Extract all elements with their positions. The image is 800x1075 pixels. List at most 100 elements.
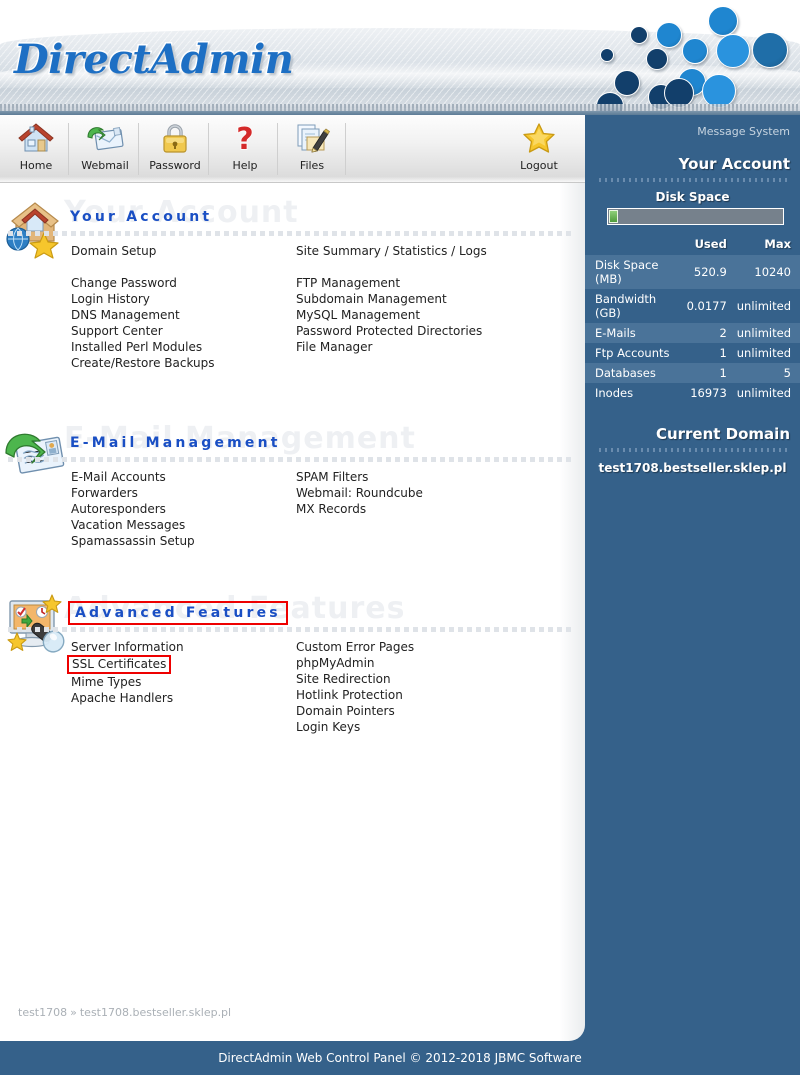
disk-space-label: Disk Space bbox=[655, 190, 730, 204]
link-column-left: Domain Setup Change Password Login History… bbox=[71, 243, 215, 371]
link-ftp-management[interactable]: FTP Management bbox=[296, 275, 487, 291]
link-create-restore-backups[interactable]: Create/Restore Backups bbox=[71, 355, 215, 371]
toolbar-item-files[interactable]: Files bbox=[278, 119, 346, 179]
link-password-protected-directories[interactable]: Password Protected Directories bbox=[296, 323, 487, 339]
sidebar-account-heading: Your Account bbox=[678, 155, 790, 173]
link-change-password[interactable]: Change Password bbox=[71, 275, 215, 291]
link-vacation-messages[interactable]: Vacation Messages bbox=[71, 517, 195, 533]
toolbar-separator bbox=[68, 123, 69, 175]
breadcrumb: test1708» test1708.bestseller.sklep.pl bbox=[18, 1006, 231, 1019]
section-divider bbox=[8, 231, 572, 236]
link-mx-records[interactable]: MX Records bbox=[296, 501, 423, 517]
circle-decoration bbox=[614, 70, 640, 96]
section-title: Your Account bbox=[70, 209, 213, 225]
toolbar-item-label: Home bbox=[19, 159, 53, 172]
page-banner: DirectAdmin bbox=[0, 0, 800, 115]
link-site-redirection[interactable]: Site Redirection bbox=[296, 671, 414, 687]
link-spacer bbox=[296, 259, 487, 275]
disk-space-progress-bar bbox=[607, 208, 784, 225]
section-e-mail-management: E-Mail Management E-Mail Management E-Mail… bbox=[0, 421, 585, 548]
link-forwarders[interactable]: Forwarders bbox=[71, 485, 195, 501]
usage-row-used: 16973 bbox=[674, 383, 733, 403]
link-domain-pointers[interactable]: Domain Pointers bbox=[296, 703, 414, 719]
toolbar-separator bbox=[277, 123, 278, 175]
section-advanced-features: Advanced Features Advanced Features Server… bbox=[0, 591, 585, 734]
account-usage-table: Used Max Disk Space (MB) 520.9 10240 Bandwi… bbox=[585, 235, 800, 403]
toolbar-separator bbox=[208, 123, 209, 175]
breadcrumb-domain[interactable]: test1708.bestseller.sklep.pl bbox=[80, 1006, 231, 1019]
table-row: Disk Space (MB) 520.9 10240 bbox=[585, 255, 800, 289]
toolbar-item-webmail[interactable]: Webmail bbox=[71, 119, 139, 179]
breadcrumb-separator: » bbox=[70, 1006, 77, 1019]
usage-row-max: unlimited bbox=[732, 343, 800, 363]
circle-decoration bbox=[600, 48, 614, 62]
link-installed-perl-modules[interactable]: Installed Perl Modules bbox=[71, 339, 215, 355]
table-row: Bandwidth (GB) 0.0177 unlimited bbox=[585, 289, 800, 323]
directadmin-logo: DirectAdmin bbox=[12, 35, 295, 85]
disk-space-progress-fill bbox=[609, 210, 618, 223]
circle-decoration bbox=[682, 38, 708, 64]
table-row: Databases 1 5 bbox=[585, 363, 800, 383]
question-mark-icon: ? bbox=[225, 121, 265, 157]
link-autoresponders[interactable]: Autoresponders bbox=[71, 501, 195, 517]
link-login-history[interactable]: Login History bbox=[71, 291, 215, 307]
link-spam-filters[interactable]: SPAM Filters bbox=[296, 469, 423, 485]
toolbar-item-label: Webmail bbox=[81, 159, 129, 172]
section-title: E-Mail Management bbox=[70, 435, 281, 451]
usage-row-used: 0.0177 bbox=[674, 289, 733, 323]
toolbar-item-password[interactable]: Password bbox=[141, 119, 209, 179]
link-subdomain-management[interactable]: Subdomain Management bbox=[296, 291, 487, 307]
link-mysql-management[interactable]: MySQL Management bbox=[296, 307, 487, 323]
link-spamassassin-setup[interactable]: Spamassassin Setup bbox=[71, 533, 195, 549]
link-domain-setup[interactable]: Domain Setup bbox=[71, 243, 215, 259]
link-ssl-certificates[interactable]: SSL Certificates bbox=[67, 655, 172, 674]
home-icon bbox=[16, 121, 56, 157]
link-spacer bbox=[71, 259, 215, 275]
section-links: Server Information SSL Certificates Mime T… bbox=[0, 639, 585, 795]
message-system-link[interactable]: Message System bbox=[697, 125, 790, 138]
toolbar-item-help[interactable]: ? Help bbox=[211, 119, 279, 179]
link-file-manager[interactable]: File Manager bbox=[296, 339, 487, 355]
link-hotlink-protection[interactable]: Hotlink Protection bbox=[296, 687, 414, 703]
link-site-summary-statistics-logs[interactable]: Site Summary / Statistics / Logs bbox=[296, 243, 487, 259]
link-dns-management[interactable]: DNS Management bbox=[71, 307, 215, 323]
section-title: Advanced Features bbox=[68, 601, 288, 625]
link-support-center[interactable]: Support Center bbox=[71, 323, 215, 339]
current-domain-value: test1708.bestseller.sklep.pl bbox=[598, 461, 787, 475]
toolbar-item-logout[interactable]: Logout bbox=[505, 119, 573, 179]
section-your-account: Your Account Your Account Domain Setup Chan… bbox=[0, 195, 585, 370]
usage-row-used: 1 bbox=[674, 343, 733, 363]
table-row: Inodes 16973 unlimited bbox=[585, 383, 800, 403]
usage-row-max: unlimited bbox=[732, 383, 800, 403]
documents-pencil-icon bbox=[292, 121, 332, 157]
usage-row-used: 520.9 bbox=[674, 255, 733, 289]
page-footer: DirectAdmin Web Control Panel © 2012-201… bbox=[0, 1041, 800, 1075]
link-webmail-roundcube[interactable]: Webmail: Roundcube bbox=[296, 485, 423, 501]
link-e-mail-accounts[interactable]: E-Mail Accounts bbox=[71, 469, 195, 485]
section-divider bbox=[8, 457, 572, 462]
usage-row-name: Databases bbox=[585, 363, 675, 383]
link-mime-types[interactable]: Mime Types bbox=[71, 674, 184, 690]
usage-row-used: 1 bbox=[674, 363, 733, 383]
col-header-max: Max bbox=[764, 237, 791, 251]
link-column-left: E-Mail Accounts Forwarders Autoresponders V… bbox=[71, 469, 195, 549]
link-column-right: Custom Error Pages phpMyAdmin Site Redirec… bbox=[296, 639, 414, 735]
breadcrumb-user[interactable]: test1708 bbox=[18, 1006, 67, 1019]
link-custom-error-pages[interactable]: Custom Error Pages bbox=[296, 639, 414, 655]
link-column-right: SPAM Filters Webmail: Roundcube MX Records bbox=[296, 469, 423, 517]
link-column-left: Server Information SSL Certificates Mime T… bbox=[67, 639, 184, 706]
star-icon bbox=[519, 121, 559, 157]
link-login-keys[interactable]: Login Keys bbox=[296, 719, 414, 735]
usage-row-name: E-Mails bbox=[585, 323, 675, 343]
link-apache-handlers[interactable]: Apache Handlers bbox=[71, 690, 184, 706]
usage-row-max: 10240 bbox=[732, 255, 800, 289]
usage-row-name: Disk Space (MB) bbox=[585, 255, 675, 289]
link-phpmyadmin[interactable]: phpMyAdmin bbox=[296, 655, 414, 671]
usage-row-name: Bandwidth (GB) bbox=[585, 289, 675, 323]
envelope-arrow-icon bbox=[85, 121, 125, 157]
svg-text:?: ? bbox=[236, 122, 253, 155]
link-server-information[interactable]: Server Information bbox=[71, 639, 184, 655]
circles-decoration bbox=[596, 0, 800, 115]
col-header-name bbox=[585, 235, 674, 255]
toolbar-item-home[interactable]: Home bbox=[2, 119, 70, 179]
